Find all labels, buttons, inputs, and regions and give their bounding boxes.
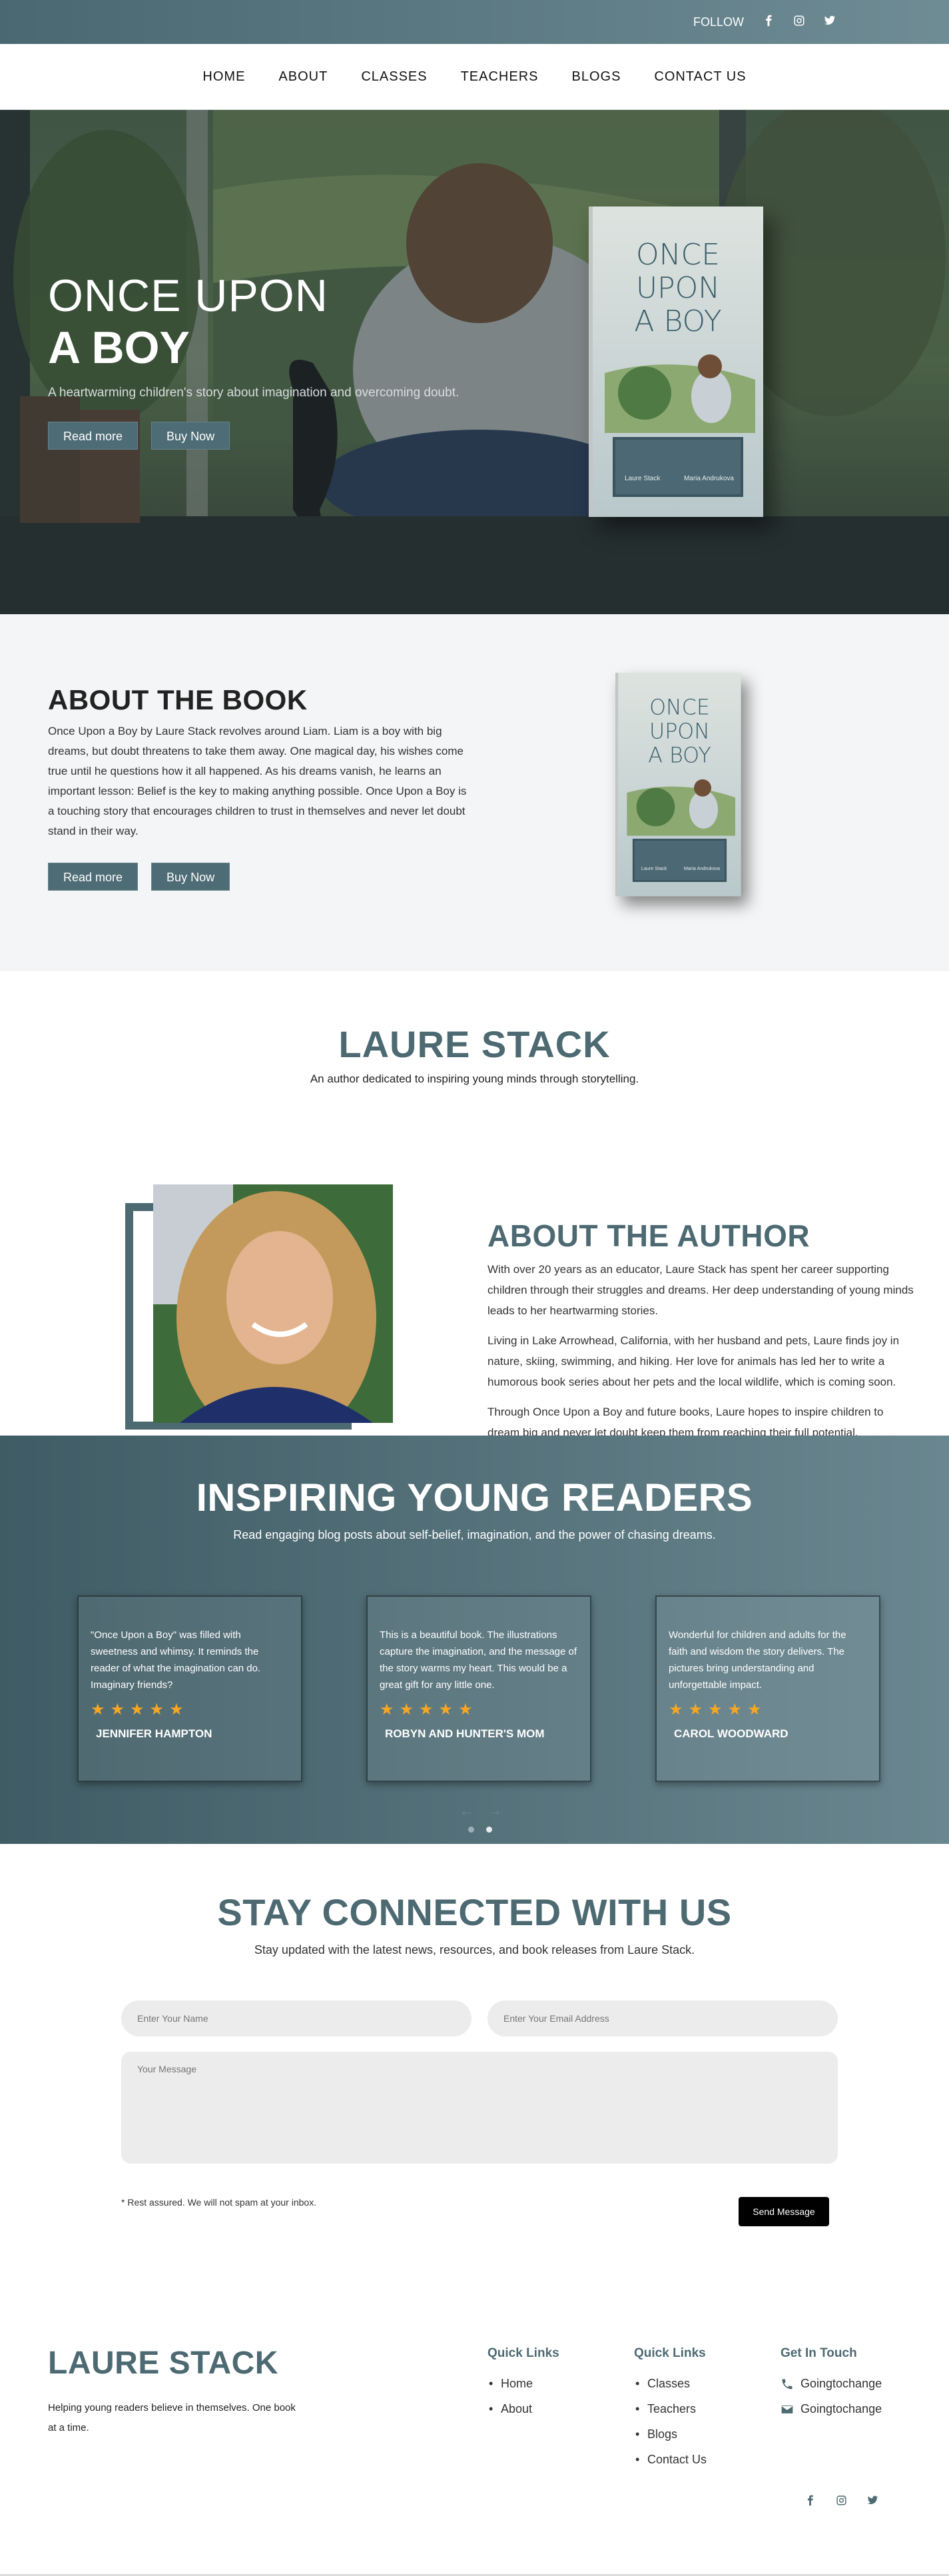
name-input[interactable] — [121, 2000, 472, 2036]
author-section: LAURE STACK An author dedicated to inspi… — [0, 971, 949, 1439]
footer: LAURE STACK Helping young readers believ… — [0, 2266, 949, 2576]
nav-about[interactable]: ABOUT — [278, 69, 328, 85]
hero-subtitle: A heartwarming children's story about im… — [48, 386, 460, 400]
rating-stars: ★★★★★ — [669, 1701, 767, 1719]
send-message-button[interactable]: Send Message — [739, 2197, 829, 2226]
facebook-icon[interactable] — [804, 2495, 816, 2509]
review-quote: "Once Upon a Boy" was filled with sweetn… — [91, 1629, 261, 1691]
envelope-icon — [781, 2405, 793, 2413]
footer-phone[interactable]: Goingtochange — [781, 2377, 882, 2391]
arrow-right-icon[interactable]: → — [487, 1802, 502, 1819]
reviews-section: INSPIRING YOUNG READERS Read engaging bl… — [0, 1436, 949, 1844]
author-photo — [153, 1184, 393, 1423]
footer-link-contact-us[interactable]: Contact Us — [634, 2453, 707, 2467]
book-cover-window: Laure Stack Maria Andrukova — [632, 839, 727, 882]
hero-book-cover: ONCE UPON A BOY Laure Stack Maria Andruk… — [589, 207, 763, 517]
reviews-heading: INSPIRING YOUNG READERS — [196, 1476, 753, 1519]
top-bar: FOLLOW — [0, 0, 949, 44]
review-card: This is a beautiful book. The illustrati… — [366, 1595, 591, 1782]
instagram-icon[interactable] — [836, 2495, 847, 2509]
book-cover-scene — [605, 354, 755, 433]
review-quote: Wonderful for children and adults for th… — [669, 1629, 846, 1691]
follow-label: FOLLOW — [693, 15, 744, 29]
footer-brand: LAURE STACK — [48, 2346, 278, 2381]
book-cover-scene — [627, 779, 735, 836]
nav-contact-us[interactable]: CONTACT US — [654, 69, 746, 85]
reviewer-name: ROBYN AND HUNTER'S MOM — [385, 1727, 545, 1740]
email-input[interactable] — [487, 2000, 838, 2036]
reviewer-name: CAROL WOODWARD — [674, 1727, 789, 1740]
carousel-arrows: ← → — [460, 1802, 502, 1819]
book-cover: ONCE UPON A BOY Laure Stack Maria Andruk… — [589, 207, 763, 517]
rating-stars: ★★★★★ — [380, 1701, 478, 1719]
footer-col-heading: Quick Links — [634, 2346, 706, 2360]
twitter-icon[interactable] — [867, 2495, 878, 2509]
hero-title-line2: A BOY — [48, 322, 190, 373]
author-name-heading: LAURE STACK — [338, 1023, 611, 1065]
footer-link-blogs[interactable]: Blogs — [634, 2427, 707, 2441]
instagram-icon[interactable] — [793, 15, 805, 30]
reviews-subtitle: Read engaging blog posts about self-beli… — [233, 1528, 716, 1541]
footer-link-classes[interactable]: Classes — [634, 2377, 707, 2391]
about-book-buttons: Read more Buy Now — [48, 863, 474, 891]
hero-title-line1: ONCE UPON — [48, 270, 328, 321]
contact-heading: STAY CONNECTED WITH US — [217, 1891, 732, 1933]
phone-icon — [782, 2379, 792, 2389]
about-buy-now-button[interactable]: Buy Now — [151, 863, 230, 891]
rating-stars: ★★★★★ — [91, 1701, 189, 1719]
reviews-carousel: "Once Upon a Boy" was filled with sweetn… — [77, 1595, 880, 1782]
reviewer-name: JENNIFER HAMPTON — [96, 1727, 212, 1740]
about-book-body: Once Upon a Boy by Laure Stack revolves … — [48, 725, 467, 837]
topbar-social — [763, 15, 836, 30]
twitter-icon[interactable] — [824, 15, 836, 30]
book-cover: ONCE UPON A BOY Laure Stack Maria Andruk… — [615, 673, 741, 897]
contact-subtitle: Stay updated with the latest news, resou… — [254, 1943, 695, 1956]
nav-classes[interactable]: CLASSES — [361, 69, 427, 85]
footer-social — [804, 2495, 878, 2509]
footer-quick-links-1: Quick Links Home About — [487, 2346, 559, 2427]
about-author-heading: ABOUT THE AUTHOR — [487, 1218, 810, 1253]
contact-section: STAY CONNECTED WITH US Stay updated with… — [0, 1844, 949, 2266]
spam-note: * Rest assured. We will not spam at your… — [121, 2197, 317, 2208]
footer-email[interactable]: Goingtochange — [781, 2402, 882, 2416]
about-book-cover: ONCE UPON A BOY Laure Stack Maria Andruk… — [615, 673, 741, 897]
main-nav: HOME ABOUT CLASSES TEACHERS BLOGS CONTAC… — [0, 44, 949, 110]
hero-read-more-button[interactable]: Read more — [48, 422, 139, 450]
about-book-section: ABOUT THE BOOK Once Upon a Boy by Laure … — [0, 614, 949, 971]
hero-content: ONCE UPON A BOY A heartwarming children'… — [48, 270, 459, 450]
author-paragraph-2: Living in Lake Arrowhead, California, wi… — [487, 1334, 900, 1388]
book-cover-window: Laure Stack Maria Andrukova — [613, 437, 743, 497]
footer-link-home[interactable]: Home — [487, 2377, 559, 2391]
hero-section: ONCE UPON A BOY A heartwarming children'… — [0, 110, 949, 614]
footer-tagline: Helping young readers believe in themsel… — [48, 2402, 296, 2433]
footer-get-in-touch: Get In Touch Goingtochange Goingtochange — [781, 2346, 882, 2427]
footer-col-heading: Quick Links — [487, 2346, 559, 2360]
footer-link-about[interactable]: About — [487, 2402, 559, 2416]
author-tagline: An author dedicated to inspiring young m… — [310, 1073, 639, 1085]
footer-link-teachers[interactable]: Teachers — [634, 2402, 707, 2416]
about-book-heading: ABOUT THE BOOK — [48, 684, 308, 715]
nav-blogs[interactable]: BLOGS — [572, 69, 621, 85]
nav-teachers[interactable]: TEACHERS — [461, 69, 539, 85]
arrow-left-icon[interactable]: ← — [460, 1802, 474, 1819]
about-book-text: ABOUT THE BOOK Once Upon a Boy by Laure … — [48, 684, 474, 891]
facebook-icon[interactable] — [763, 15, 775, 30]
book-cover-title: ONCE UPON A BOY — [634, 238, 722, 338]
book-cover-title: ONCE UPON A BOY — [648, 695, 711, 768]
carousel-dot[interactable] — [468, 1827, 474, 1833]
about-author-text: ABOUT THE AUTHOR With over 20 years as a… — [487, 1218, 914, 1443]
carousel-dot-active[interactable] — [486, 1827, 492, 1833]
footer-col-heading: Get In Touch — [781, 2346, 857, 2360]
review-quote: This is a beautiful book. The illustrati… — [380, 1629, 577, 1691]
review-card: "Once Upon a Boy" was filled with sweetn… — [77, 1595, 302, 1782]
nav-home[interactable]: HOME — [202, 69, 245, 85]
hero-buy-now-button[interactable]: Buy Now — [151, 422, 230, 450]
author-paragraph-1: With over 20 years as an educator, Laure… — [487, 1263, 914, 1317]
review-card: Wonderful for children and adults for th… — [655, 1595, 880, 1782]
message-input[interactable] — [121, 2052, 838, 2164]
carousel-dots — [468, 1827, 492, 1833]
footer-quick-links-2: Quick Links Classes Teachers Blogs Conta… — [634, 2346, 707, 2478]
about-read-more-button[interactable]: Read more — [48, 863, 139, 891]
hero-buttons: Read more Buy Now — [48, 422, 459, 450]
